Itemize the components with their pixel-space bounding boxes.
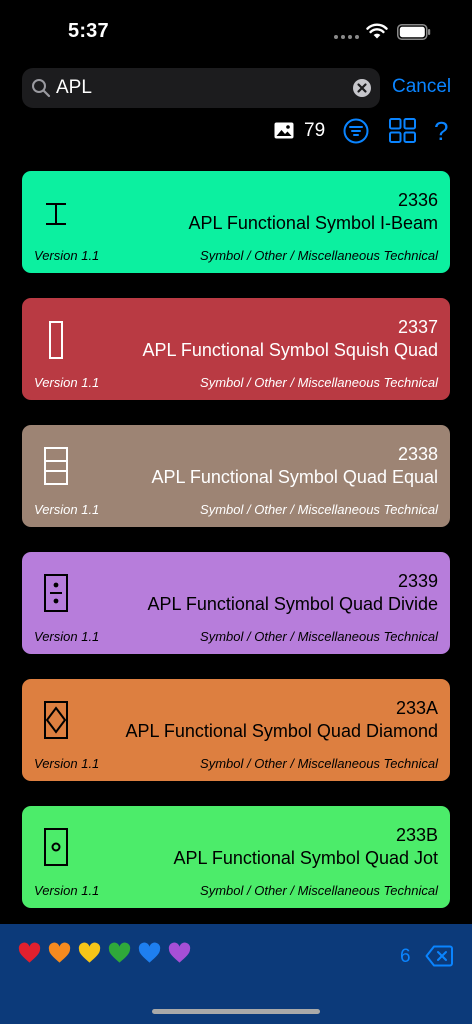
card-version: Version 1.1 [34, 629, 100, 644]
red-heart-icon[interactable] [18, 942, 41, 964]
card-version: Version 1.1 [34, 502, 100, 517]
search-icon [32, 79, 51, 98]
status-time: 5:37 [68, 20, 109, 42]
list-item[interactable]: 2339 APL Functional Symbol Quad Divide V… [22, 552, 450, 654]
heart-filter-bar [18, 942, 191, 964]
search-input[interactable] [56, 68, 336, 108]
battery-icon [397, 24, 431, 40]
list-item[interactable]: 233A APL Functional Symbol Quad Diamond … [22, 679, 450, 781]
card-version: Version 1.1 [34, 883, 100, 898]
wifi-icon [366, 23, 388, 39]
clear-search-icon[interactable] [352, 78, 372, 98]
results-list: 2336 APL Functional Symbol I-Beam Versio… [22, 171, 450, 933]
selection-count: 6 [400, 946, 411, 967]
card-category: Symbol / Other / Miscellaneous Technical [200, 883, 438, 898]
home-indicator [152, 1009, 320, 1014]
quad-equal-glyph-icon [44, 447, 68, 485]
quad-diamond-glyph-icon [44, 701, 68, 739]
quad-divide-glyph-icon [44, 574, 68, 612]
orange-heart-icon[interactable] [48, 942, 71, 964]
card-version: Version 1.1 [34, 248, 100, 263]
card-name: APL Functional Symbol Quad Divide [147, 594, 438, 614]
bottom-panel: 6 [0, 924, 472, 1024]
card-name: APL Functional Symbol Quad Diamond [125, 721, 439, 741]
purple-heart-icon[interactable] [168, 942, 191, 964]
card-name: APL Functional Symbol Quad Equal [151, 467, 439, 487]
blue-heart-icon[interactable] [138, 942, 161, 964]
list-item[interactable]: 2338 APL Functional Symbol Quad Equal Ve… [22, 425, 450, 527]
list-item[interactable]: 2337 APL Functional Symbol Squish Quad V… [22, 298, 450, 400]
card-code: 2338 [397, 444, 438, 464]
card-name: APL Functional Symbol Quad Jot [173, 848, 438, 868]
list-item[interactable]: 233B APL Functional Symbol Quad Jot Vers… [22, 806, 450, 908]
card-name: APL Functional Symbol Squish Quad [142, 340, 439, 360]
card-version: Version 1.1 [34, 756, 100, 771]
search-row: Cancel [0, 68, 472, 108]
image-icon [274, 122, 294, 139]
card-code: 2336 [397, 190, 438, 210]
card-version: Version 1.1 [34, 375, 100, 390]
result-count: 79 [304, 120, 326, 141]
card-category: Symbol / Other / Miscellaneous Technical [200, 629, 438, 644]
card-code: 233A [395, 698, 438, 718]
card-category: Symbol / Other / Miscellaneous Technical [200, 502, 438, 517]
filter-icon[interactable] [343, 118, 369, 144]
toolbar: 79 ? [0, 116, 472, 146]
card-code: 2339 [397, 571, 438, 591]
card-category: Symbol / Other / Miscellaneous Technical [200, 375, 438, 390]
search-box[interactable] [22, 68, 380, 108]
card-code: 2337 [397, 317, 438, 337]
i-beam-glyph-icon [46, 203, 66, 225]
backspace-icon[interactable] [425, 945, 453, 967]
list-item[interactable]: 2336 APL Functional Symbol I-Beam Versio… [22, 171, 450, 273]
card-name: APL Functional Symbol I-Beam [188, 213, 438, 233]
grid-view-icon[interactable] [389, 118, 416, 143]
card-code: 233B [395, 825, 438, 845]
card-category: Symbol / Other / Miscellaneous Technical [200, 248, 438, 263]
signal-dots-icon [334, 35, 359, 39]
quad-jot-glyph-icon [44, 828, 68, 866]
yellow-heart-icon[interactable] [78, 942, 101, 964]
cancel-button[interactable]: Cancel [392, 76, 451, 98]
help-icon[interactable]: ? [434, 116, 448, 147]
status-bar: 5:37 [0, 0, 472, 62]
green-heart-icon[interactable] [108, 942, 131, 964]
card-category: Symbol / Other / Miscellaneous Technical [200, 756, 438, 771]
squish-quad-glyph-icon [49, 321, 63, 359]
